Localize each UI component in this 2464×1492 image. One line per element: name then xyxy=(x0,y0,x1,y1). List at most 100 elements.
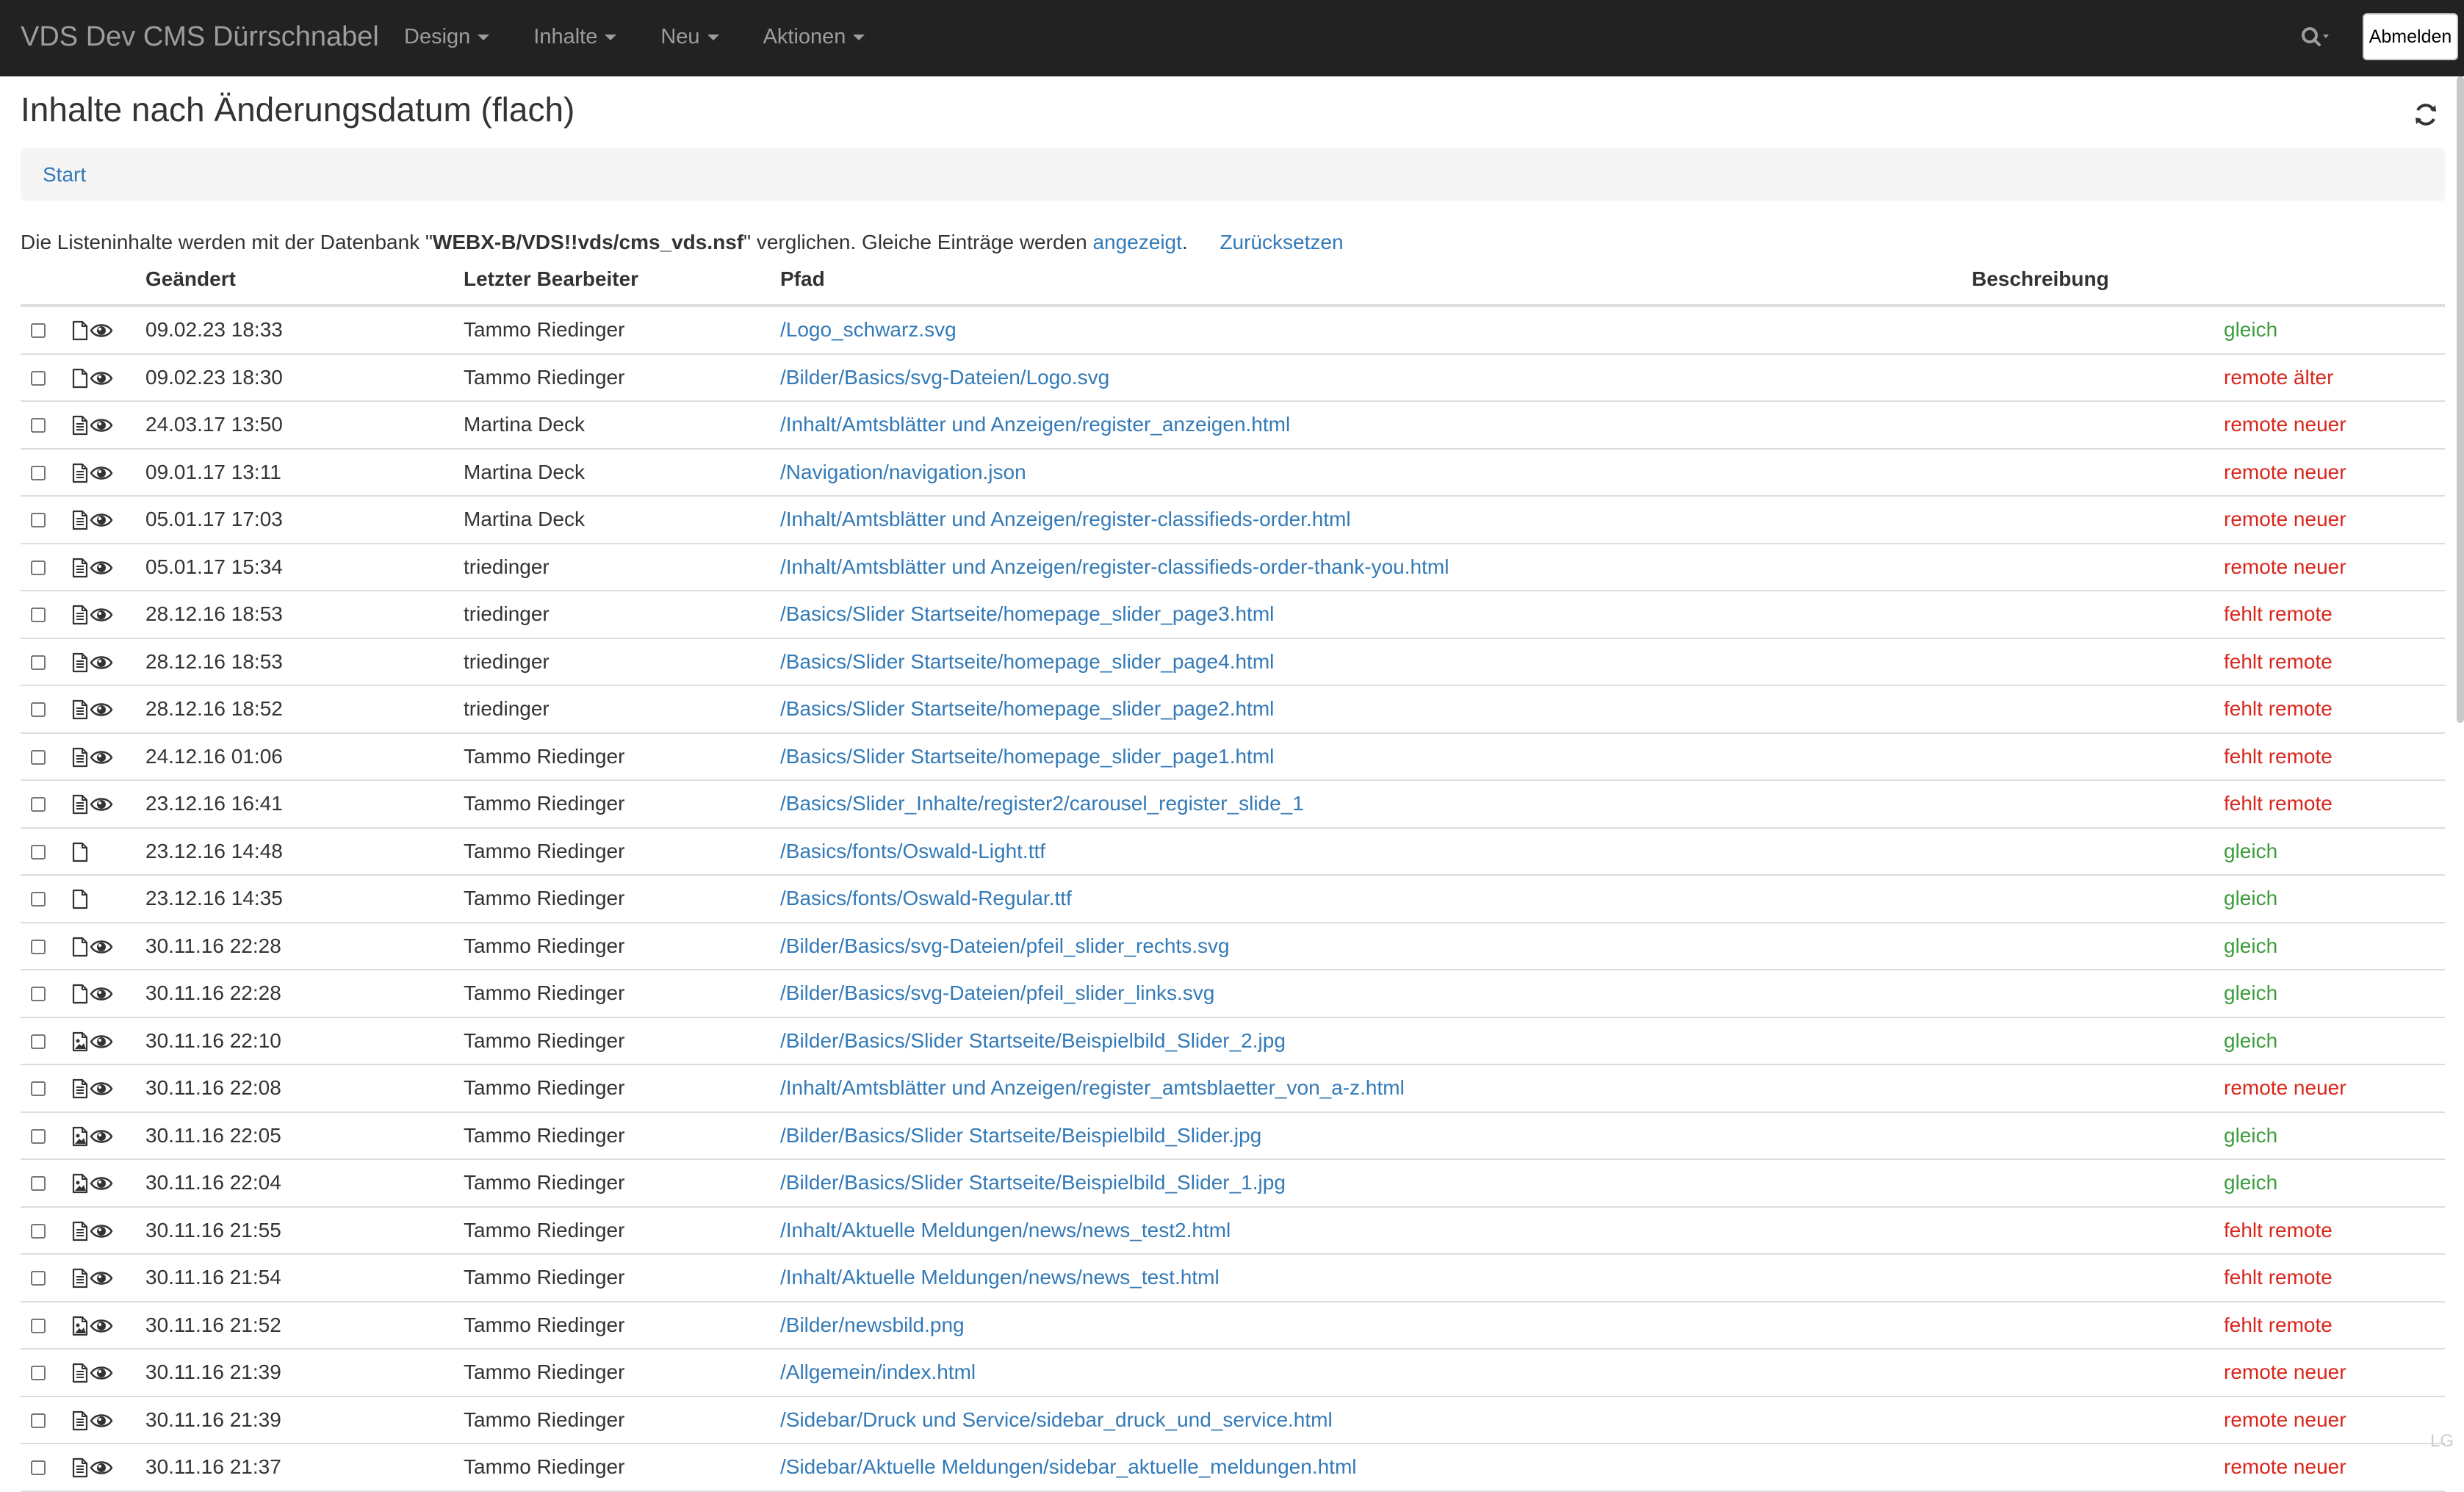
row-checkbox[interactable] xyxy=(31,655,46,670)
preview-eye-icon[interactable] xyxy=(90,415,113,436)
preview-eye-icon[interactable] xyxy=(90,320,113,341)
document-icon[interactable] xyxy=(71,794,90,815)
row-checkbox[interactable] xyxy=(31,939,46,954)
row-checkbox[interactable] xyxy=(31,608,46,622)
path-link[interactable]: /Inhalt/Aktuelle Meldungen/news/news_tes… xyxy=(780,1255,1220,1300)
path-link[interactable]: /Inhalt/Amtsblätter und Anzeigen/registe… xyxy=(780,402,1290,447)
document-icon[interactable] xyxy=(71,558,90,578)
file-icon[interactable] xyxy=(71,368,90,389)
shown-link[interactable]: angezeigt xyxy=(1092,231,1181,253)
row-checkbox[interactable] xyxy=(31,513,46,527)
path-link[interactable]: /Inhalt/Amtsblätter und Anzeigen/registe… xyxy=(780,497,1351,542)
file-icon[interactable] xyxy=(71,889,90,909)
preview-eye-icon[interactable] xyxy=(90,1457,113,1478)
row-checkbox[interactable] xyxy=(31,1034,46,1049)
preview-eye-icon[interactable] xyxy=(90,747,113,768)
preview-eye-icon[interactable] xyxy=(90,1316,113,1336)
path-link[interactable]: /Logo_schwarz.svg xyxy=(780,307,957,353)
path-link[interactable]: /Bilder/Basics/svg-Dateien/pfeil_slider_… xyxy=(780,970,1214,1016)
path-link[interactable]: /Bilder/Basics/svg-Dateien/pfeil_slider_… xyxy=(780,923,1230,969)
reset-link[interactable]: Zurücksetzen xyxy=(1220,231,1343,253)
document-icon[interactable] xyxy=(71,1221,90,1241)
preview-eye-icon[interactable] xyxy=(90,1221,113,1241)
breadcrumb-start-link[interactable]: Start xyxy=(43,148,86,201)
path-link[interactable]: /Inhalt/Amtsblätter und Anzeigen/registe… xyxy=(780,1065,1405,1111)
row-checkbox[interactable] xyxy=(31,749,46,765)
row-checkbox[interactable] xyxy=(31,1223,46,1239)
row-checkbox[interactable] xyxy=(31,1271,46,1286)
row-checkbox[interactable] xyxy=(31,1413,46,1428)
menu-aktionen[interactable]: Aktionen xyxy=(763,0,865,73)
row-checkbox[interactable] xyxy=(31,465,46,480)
menu-neu[interactable]: Neu xyxy=(660,0,719,73)
header-changed[interactable]: Geändert xyxy=(145,267,236,291)
logout-button[interactable]: Abmelden xyxy=(2363,13,2458,60)
path-link[interactable]: /Bilder/Basics/svg-Dateien/Logo.svg xyxy=(780,355,1109,400)
menu-inhalte[interactable]: Inhalte xyxy=(533,0,617,73)
document-icon[interactable] xyxy=(71,747,90,768)
document-icon[interactable] xyxy=(71,415,90,436)
row-checkbox[interactable] xyxy=(31,1366,46,1380)
vertical-scrollbar[interactable] xyxy=(2457,76,2464,723)
row-checkbox[interactable] xyxy=(31,560,46,575)
path-link[interactable]: /Bilder/newsbild.png xyxy=(780,1302,965,1348)
path-link[interactable]: /Allgemein/index.html xyxy=(780,1349,976,1395)
path-link[interactable]: /Bilder/Basics/Slider Startseite/Beispie… xyxy=(780,1160,1286,1206)
header-path[interactable]: Pfad xyxy=(780,267,825,291)
preview-eye-icon[interactable] xyxy=(90,1126,113,1147)
file-icon[interactable] xyxy=(71,320,90,341)
document-icon[interactable] xyxy=(71,652,90,673)
row-checkbox[interactable] xyxy=(31,702,46,717)
preview-eye-icon[interactable] xyxy=(90,699,113,720)
document-icon[interactable] xyxy=(71,1078,90,1099)
refresh-button[interactable] xyxy=(2413,101,2439,128)
path-link[interactable]: /Sidebar/Aktuelle Meldungen/sidebar_aktu… xyxy=(780,1444,1357,1490)
path-link[interactable]: /Basics/Slider Startseite/homepage_slide… xyxy=(780,734,1274,779)
path-link[interactable]: /Bilder/Basics/Slider Startseite/Beispie… xyxy=(780,1018,1286,1064)
document-icon[interactable] xyxy=(71,1363,90,1383)
preview-eye-icon[interactable] xyxy=(90,1363,113,1383)
path-link[interactable]: /Basics/fonts/Oswald-Regular.ttf xyxy=(780,876,1072,921)
preview-eye-icon[interactable] xyxy=(90,1410,113,1431)
path-link[interactable]: /Inhalt/Amtsblätter und Anzeigen/registe… xyxy=(780,544,1449,590)
row-checkbox[interactable] xyxy=(31,323,46,338)
preview-eye-icon[interactable] xyxy=(90,652,113,673)
row-checkbox[interactable] xyxy=(31,1176,46,1191)
row-checkbox[interactable] xyxy=(31,418,46,433)
image-file-icon[interactable] xyxy=(71,1316,90,1336)
path-link[interactable]: /Basics/fonts/Oswald-Light.ttf xyxy=(780,829,1045,874)
path-link[interactable]: /Bilder/Basics/Slider Startseite/Beispie… xyxy=(780,1113,1261,1158)
row-checkbox[interactable] xyxy=(31,370,46,386)
document-icon[interactable] xyxy=(71,1457,90,1478)
menu-design[interactable]: Design xyxy=(404,0,490,73)
preview-eye-icon[interactable] xyxy=(90,605,113,625)
file-icon[interactable] xyxy=(71,937,90,957)
preview-eye-icon[interactable] xyxy=(90,558,113,578)
row-checkbox[interactable] xyxy=(31,1128,46,1144)
path-link[interactable]: /Basics/Slider Startseite/homepage_slide… xyxy=(780,639,1274,685)
document-icon[interactable] xyxy=(71,1410,90,1431)
file-icon[interactable] xyxy=(71,842,90,862)
row-checkbox[interactable] xyxy=(31,797,46,812)
row-checkbox[interactable] xyxy=(31,1081,46,1096)
preview-eye-icon[interactable] xyxy=(90,1078,113,1099)
row-checkbox[interactable] xyxy=(31,1318,46,1333)
image-file-icon[interactable] xyxy=(71,1126,90,1147)
row-checkbox[interactable] xyxy=(31,987,46,1001)
path-link[interactable]: /Basics/Slider Startseite/homepage_slide… xyxy=(780,591,1274,637)
preview-eye-icon[interactable] xyxy=(90,510,113,530)
preview-eye-icon[interactable] xyxy=(90,984,113,1004)
row-checkbox[interactable] xyxy=(31,892,46,907)
preview-eye-icon[interactable] xyxy=(90,1031,113,1052)
preview-eye-icon[interactable] xyxy=(90,368,113,389)
preview-eye-icon[interactable] xyxy=(90,1268,113,1289)
document-icon[interactable] xyxy=(71,510,90,530)
path-link[interactable]: /Inhalt/Aktuelle Meldungen/news/news_tes… xyxy=(780,1208,1231,1253)
preview-eye-icon[interactable] xyxy=(90,1173,113,1194)
row-checkbox[interactable] xyxy=(31,844,46,859)
brand-title[interactable]: VDS Dev CMS Dürrschnabel xyxy=(21,0,379,73)
image-file-icon[interactable] xyxy=(71,1173,90,1194)
path-link[interactable]: /Basics/Slider Startseite/homepage_slide… xyxy=(780,686,1274,732)
file-icon[interactable] xyxy=(71,984,90,1004)
search-dropdown-toggle[interactable] xyxy=(2298,21,2342,53)
